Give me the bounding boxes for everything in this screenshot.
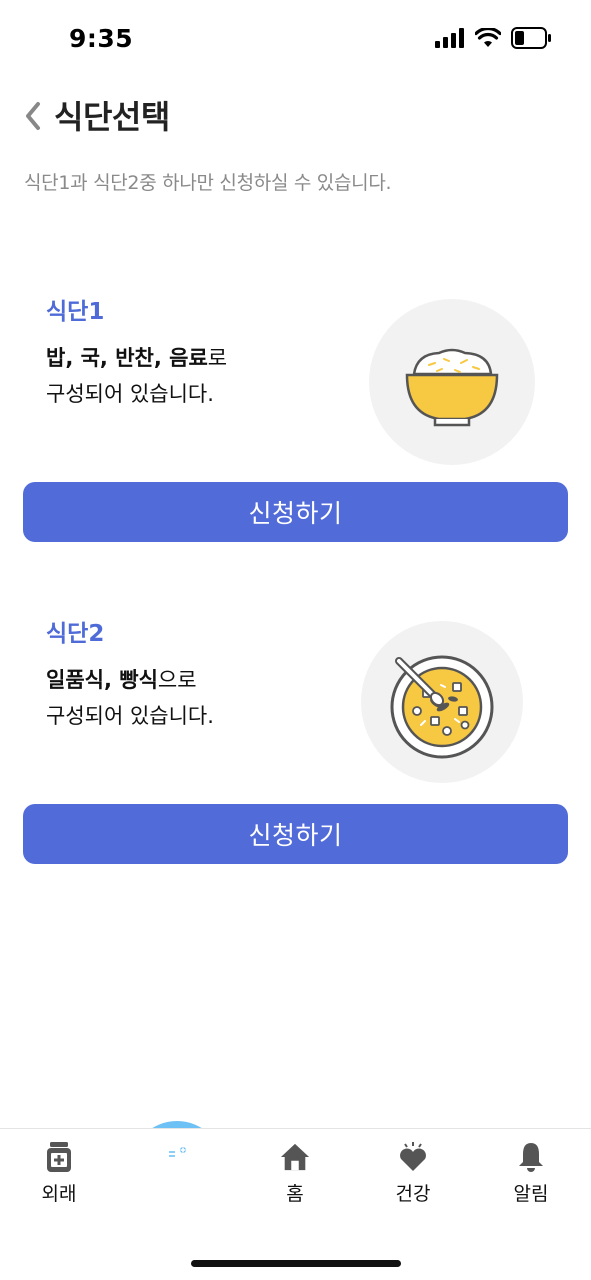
menu-desc-bold: 밥, 국, 반찬, 음료 — [46, 346, 208, 370]
tab-label: 입원 — [159, 1183, 195, 1205]
menu-desc-line2: 구성되어 있습니다. — [46, 382, 214, 406]
signal-icon — [435, 28, 464, 48]
tab-label: 알림 — [513, 1183, 549, 1205]
tab-health[interactable]: 건강 — [354, 1129, 472, 1219]
menu-desc-tail: 로 — [207, 346, 228, 370]
medicine-bottle-icon — [44, 1141, 74, 1173]
menu-name: 식단1 — [46, 299, 105, 325]
back-button[interactable] — [18, 96, 48, 136]
apply-button[interactable]: 신청하기 — [23, 482, 568, 542]
iv-bag-icon — [162, 1141, 192, 1173]
menu-description: 일품식, 빵식으로 구성되어 있습니다. — [46, 662, 214, 734]
tab-home[interactable]: 홈 — [236, 1129, 354, 1219]
menu-description: 밥, 국, 반찬, 음료로 구성되어 있습니다. — [46, 340, 227, 412]
chevron-left-icon — [26, 102, 40, 130]
battery-icon — [511, 27, 551, 49]
page-subtitle: 식단1과 식단2중 하나만 신청하실 수 있습니다. — [24, 172, 392, 194]
menu-name: 식단2 — [46, 621, 105, 647]
tab-label: 외래 — [41, 1183, 77, 1205]
soup-plate-icon — [390, 655, 494, 759]
menu-desc-tail: 으로 — [157, 668, 197, 692]
home-icon — [280, 1141, 310, 1173]
menu-desc-bold: 일품식, 빵식 — [46, 668, 158, 692]
tab-outpatient[interactable]: 외래 — [0, 1129, 118, 1219]
bottom-tab-bar: 외래 입원 홈 건강 알림 — [0, 1128, 591, 1280]
status-bar: 9:35 — [0, 0, 591, 80]
heart-icon — [398, 1141, 428, 1173]
tab-label: 건강 — [395, 1183, 431, 1205]
menu-desc-line2: 구성되어 있습니다. — [46, 704, 214, 728]
header: 식단선택 — [0, 88, 591, 148]
wifi-icon — [475, 28, 501, 47]
rice-bowl-icon — [405, 348, 499, 427]
tab-inpatient[interactable]: 입원 — [118, 1129, 236, 1219]
tab-notifications[interactable]: 알림 — [472, 1129, 590, 1219]
bell-icon — [516, 1141, 546, 1173]
food-image — [361, 621, 523, 783]
status-icons — [435, 27, 551, 49]
tab-label: 홈 — [286, 1183, 304, 1205]
status-time: 9:35 — [69, 24, 134, 53]
apply-button[interactable]: 신청하기 — [23, 804, 568, 864]
page-title: 식단선택 — [54, 98, 170, 136]
home-indicator — [191, 1260, 401, 1267]
food-image — [369, 299, 535, 465]
